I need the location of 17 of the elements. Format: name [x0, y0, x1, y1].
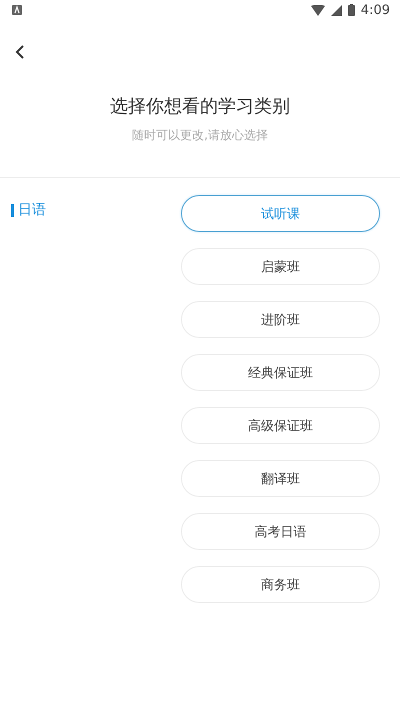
category-tab[interactable]: 日语 — [0, 195, 181, 222]
course-option[interactable]: 启蒙班 — [181, 248, 380, 285]
battery-icon — [348, 4, 355, 16]
wifi-icon — [310, 4, 325, 16]
course-option[interactable]: 试听课 — [181, 195, 380, 232]
back-icon — [15, 45, 25, 59]
course-option[interactable]: 进阶班 — [181, 301, 380, 338]
page-subtitle: 随时可以更改,请放心选择 — [131, 127, 269, 144]
course-option[interactable]: 高考日语 — [181, 513, 380, 550]
course-option[interactable]: 经典保证班 — [181, 354, 380, 391]
notification-icon — [12, 5, 22, 15]
page-title: 选择你想看的学习类别 — [109, 95, 291, 118]
course-option[interactable]: 商务班 — [181, 566, 380, 603]
status-time: 4:09 — [360, 2, 390, 18]
course-option[interactable]: 高级保证班 — [181, 407, 380, 444]
course-option[interactable]: 翻译班 — [181, 460, 380, 497]
signal-icon — [330, 4, 342, 16]
